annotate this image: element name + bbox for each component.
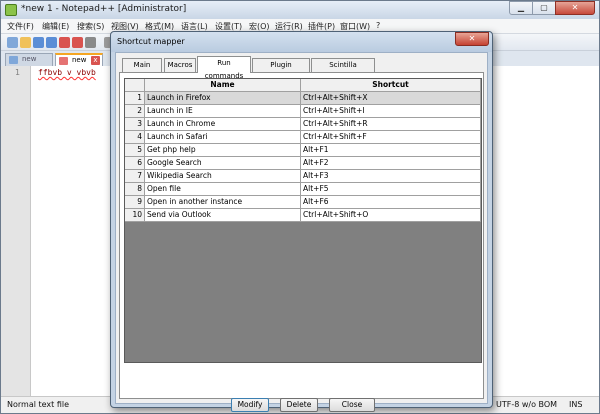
line-number-gutter: 1 bbox=[1, 66, 31, 396]
delete-button[interactable]: Delete bbox=[280, 398, 318, 412]
command-name: Open in another instance bbox=[145, 196, 301, 209]
modify-button[interactable]: Modify bbox=[231, 398, 269, 412]
shortcut-key: Ctrl+Alt+Shift+X bbox=[301, 92, 481, 105]
command-name: Google Search bbox=[145, 157, 301, 170]
command-name: Launch in Safari bbox=[145, 131, 301, 144]
row-number: 10 bbox=[125, 209, 145, 222]
save-icon[interactable] bbox=[33, 37, 44, 48]
row-number: 4 bbox=[125, 131, 145, 144]
window-title: *new 1 - Notepad++ [Administrator] bbox=[21, 4, 187, 14]
menu-help[interactable]: ? bbox=[376, 21, 380, 30]
editor-text[interactable]: ffbvb v vbvb bbox=[38, 68, 96, 77]
notepad-app-icon bbox=[5, 4, 17, 16]
tab-plugin-commands[interactable]: Plugin commands bbox=[252, 58, 310, 82]
table-row[interactable]: 9 Open in another instance Alt+F6 bbox=[125, 196, 481, 209]
command-name: Send via Outlook bbox=[145, 209, 301, 222]
close-icon[interactable] bbox=[59, 37, 70, 48]
row-number: 2 bbox=[125, 105, 145, 118]
header-shortcut[interactable]: Shortcut bbox=[301, 79, 481, 92]
row-number: 1 bbox=[125, 92, 145, 105]
table-row[interactable]: 8 Open file Alt+F5 bbox=[125, 183, 481, 196]
save-all-icon[interactable] bbox=[46, 37, 57, 48]
table-row[interactable]: 2 Launch in IE Ctrl+Alt+Shift+I bbox=[125, 105, 481, 118]
command-name: Launch in IE bbox=[145, 105, 301, 118]
shortcut-key: Alt+F5 bbox=[301, 183, 481, 196]
dialog-close-button[interactable]: ✕ bbox=[455, 32, 489, 46]
doc-tab-label: new bbox=[22, 55, 37, 63]
row-number: 6 bbox=[125, 157, 145, 170]
close-window-button[interactable]: ✕ bbox=[555, 1, 595, 15]
menu-file[interactable]: 文件(F) bbox=[7, 21, 34, 32]
shortcut-key: Alt+F2 bbox=[301, 157, 481, 170]
dialog-body: Main menu Macros Run commands Plugin com… bbox=[115, 52, 488, 412]
table-row[interactable]: 7 Wikipedia Search Alt+F3 bbox=[125, 170, 481, 183]
row-number: 8 bbox=[125, 183, 145, 196]
menu-search[interactable]: 搜索(S) bbox=[77, 21, 104, 32]
shortcut-key: Ctrl+Alt+Shift+F bbox=[301, 131, 481, 144]
row-number: 3 bbox=[125, 118, 145, 131]
command-name: Wikipedia Search bbox=[145, 170, 301, 183]
row-number: 9 bbox=[125, 196, 145, 209]
tab-macros[interactable]: Macros bbox=[164, 58, 196, 73]
tab-main-menu[interactable]: Main menu bbox=[122, 58, 162, 82]
row-number: 5 bbox=[125, 144, 145, 157]
tab-panel: Name Shortcut 1 Launch in Firefox Ctrl+Alt… bbox=[119, 72, 484, 412]
command-name: Get php help bbox=[145, 144, 301, 157]
maximize-button[interactable]: ▢ bbox=[532, 1, 556, 15]
close-button[interactable]: Close bbox=[329, 398, 375, 412]
grid-header: Name Shortcut bbox=[125, 79, 481, 92]
shortcut-key: Alt+F6 bbox=[301, 196, 481, 209]
doc-tab-inactive[interactable]: new bbox=[5, 53, 53, 66]
unsaved-file-icon bbox=[59, 57, 68, 65]
table-row[interactable]: 5 Get php help Alt+F1 bbox=[125, 144, 481, 157]
tab-run-commands[interactable]: Run commands bbox=[197, 56, 251, 80]
title-bar[interactable]: *new 1 - Notepad++ [Administrator] ▁ ▢ ✕ bbox=[1, 1, 599, 19]
close-tab-icon[interactable]: x bbox=[91, 56, 100, 65]
shortcut-key: Alt+F3 bbox=[301, 170, 481, 183]
open-file-icon[interactable] bbox=[20, 37, 31, 48]
command-name: Open file bbox=[145, 183, 301, 196]
header-num bbox=[125, 79, 145, 92]
line-number: 1 bbox=[15, 68, 21, 77]
menu-edit[interactable]: 编辑(E) bbox=[42, 21, 69, 32]
shortcut-key: Ctrl+Alt+Shift+I bbox=[301, 105, 481, 118]
file-icon bbox=[9, 56, 18, 64]
print-icon[interactable] bbox=[85, 37, 96, 48]
new-file-icon[interactable] bbox=[7, 37, 18, 48]
close-all-icon[interactable] bbox=[72, 37, 83, 48]
row-number: 7 bbox=[125, 170, 145, 183]
table-row[interactable]: 10 Send via Outlook Ctrl+Alt+Shift+O bbox=[125, 209, 481, 222]
table-row[interactable]: 1 Launch in Firefox Ctrl+Alt+Shift+X bbox=[125, 92, 481, 105]
shortcut-key: Alt+F1 bbox=[301, 144, 481, 157]
status-encoding: UTF-8 w/o BOM bbox=[496, 400, 558, 409]
status-insert-mode: INS bbox=[569, 400, 583, 409]
shortcut-grid[interactable]: Name Shortcut 1 Launch in Firefox Ctrl+Alt… bbox=[124, 78, 482, 363]
table-row[interactable]: 3 Launch in Chrome Ctrl+Alt+Shift+R bbox=[125, 118, 481, 131]
shortcut-key: Ctrl+Alt+Shift+O bbox=[301, 209, 481, 222]
status-file-type: Normal text file bbox=[7, 400, 70, 409]
doc-tab-label: new bbox=[72, 56, 87, 64]
shortcut-mapper-dialog: Shortcut mapper ✕ Main menu Macros Run c… bbox=[110, 31, 493, 412]
dialog-title: Shortcut mapper bbox=[117, 37, 185, 46]
doc-tab-active[interactable]: new x bbox=[55, 53, 103, 66]
table-row[interactable]: 4 Launch in Safari Ctrl+Alt+Shift+F bbox=[125, 131, 481, 144]
tab-scintilla-commands[interactable]: Scintilla commands bbox=[311, 58, 375, 82]
dialog-title-bar[interactable]: Shortcut mapper ✕ bbox=[111, 32, 492, 52]
command-name: Launch in Chrome bbox=[145, 118, 301, 131]
minimize-button[interactable]: ▁ bbox=[509, 1, 533, 15]
command-name: Launch in Firefox bbox=[145, 92, 301, 105]
shortcut-key: Ctrl+Alt+Shift+R bbox=[301, 118, 481, 131]
table-row[interactable]: 6 Google Search Alt+F2 bbox=[125, 157, 481, 170]
